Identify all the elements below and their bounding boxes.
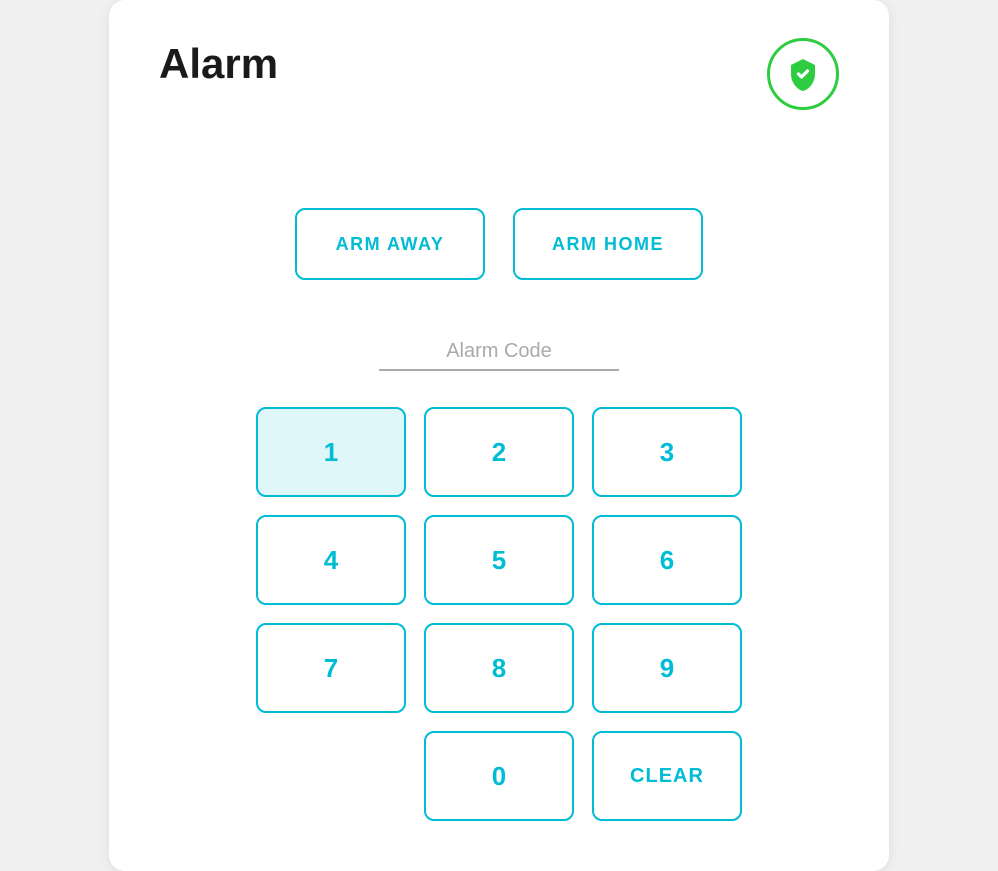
key-7-button[interactable]: 7 bbox=[256, 623, 406, 713]
shield-status-button[interactable] bbox=[767, 38, 839, 110]
key-6-button[interactable]: 6 bbox=[592, 515, 742, 605]
key-5-button[interactable]: 5 bbox=[424, 515, 574, 605]
shield-check-icon bbox=[785, 56, 821, 92]
key-9-button[interactable]: 9 bbox=[592, 623, 742, 713]
key-8-button[interactable]: 8 bbox=[424, 623, 574, 713]
alarm-code-container bbox=[159, 340, 839, 371]
page-title: Alarm bbox=[159, 40, 839, 88]
key-0-button[interactable]: 0 bbox=[424, 731, 574, 821]
alarm-card: Alarm ARM AWAY ARM HOME 1 2 3 4 5 6 7 8 … bbox=[109, 0, 889, 871]
keypad: 1 2 3 4 5 6 7 8 9 0 CLEAR bbox=[159, 407, 839, 821]
key-1-button[interactable]: 1 bbox=[256, 407, 406, 497]
arm-buttons-row: ARM AWAY ARM HOME bbox=[159, 208, 839, 280]
key-3-button[interactable]: 3 bbox=[592, 407, 742, 497]
arm-away-button[interactable]: ARM AWAY bbox=[295, 208, 485, 280]
key-clear-button[interactable]: CLEAR bbox=[592, 731, 742, 821]
alarm-code-input[interactable] bbox=[379, 340, 619, 371]
arm-home-button[interactable]: ARM HOME bbox=[513, 208, 703, 280]
key-2-button[interactable]: 2 bbox=[424, 407, 574, 497]
key-4-button[interactable]: 4 bbox=[256, 515, 406, 605]
